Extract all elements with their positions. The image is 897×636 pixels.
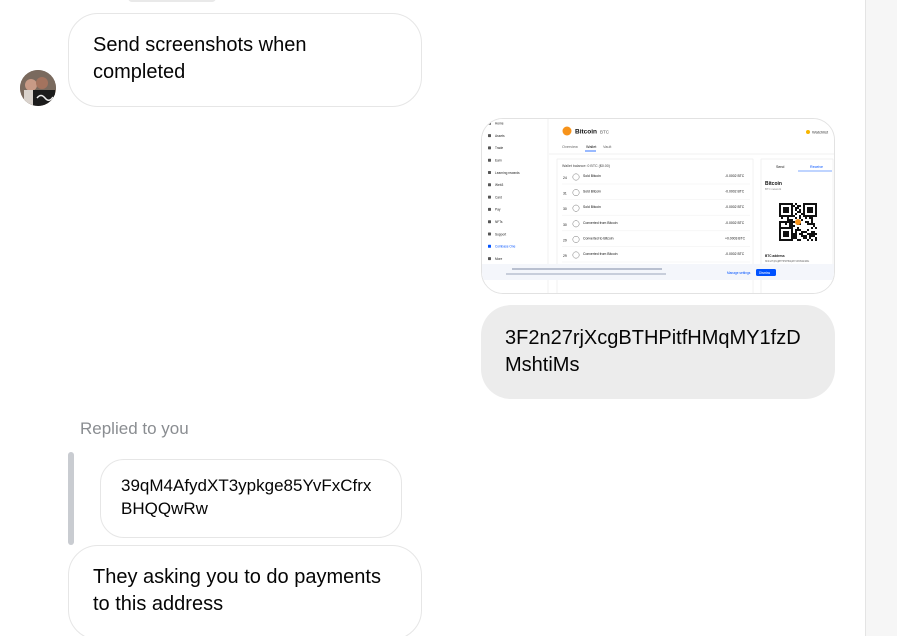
screenshot-tx-day: 31 [563, 192, 567, 196]
screenshot-tx-amount: -0.0002 BTC [725, 174, 745, 178]
reply-quote-bar [68, 452, 74, 545]
screenshot-btc-address-value: 3F2n27rjXcgBTHPitfHMqMY1fzDMshtiMs [765, 260, 810, 263]
screenshot-sidebar-label: Learning rewards [495, 171, 520, 175]
screenshot-ticker: BTC [600, 130, 610, 135]
screenshot-tx-amount: -0.0002 BTC [725, 205, 745, 209]
screenshot-cookie-dismiss: Dismiss [759, 271, 771, 275]
screenshot-tx-label: Sold Bitcoin [583, 174, 601, 178]
screenshot-sidebar-label: Assets [495, 134, 505, 138]
quoted-message-text: 39qM4AfydXT3ypkge85YvFxCfrxBHQQwRw [121, 476, 372, 518]
screenshot-tx-day: 29 [563, 238, 567, 242]
screenshot-sidebar-label: Earn [495, 159, 502, 163]
contact-avatar[interactable] [20, 70, 56, 106]
screenshot-tab-wallet: Wallet [586, 145, 597, 149]
qr-code [778, 202, 818, 242]
screenshot-watchlist: Watchlist [812, 130, 829, 135]
screenshot-btc-address-label: BTC address [765, 254, 785, 258]
message-text: They asking you to do payments to this a… [93, 566, 381, 615]
incoming-message-bubble[interactable]: Send screenshots when completed [68, 13, 422, 107]
screenshot-tx-label: Converted from Bitcoin [583, 252, 618, 256]
screenshot-tx-amount: -0.0002 BTC [725, 221, 745, 225]
shared-screenshot-image[interactable]: Home Assets Trade Earn Learning rewards Web3 C… [481, 118, 835, 294]
conversation-thread: Send screenshots when completed Home Asse… [0, 0, 865, 636]
screenshot-tab-overview: Overview [562, 145, 578, 149]
screenshot-tx-amount: -0.0002 BTC [725, 252, 745, 256]
screenshot-send-tab: Send [776, 165, 784, 169]
screenshot-sidebar-label: Support [495, 232, 506, 236]
screenshot-sidebar-label: Coinbase One [495, 245, 516, 249]
quoted-message[interactable]: 39qM4AfydXT3ypkge85YvFxCfrxBHQQwRw [100, 459, 402, 538]
screenshot-sidebar-label: Web3 [495, 183, 503, 187]
screenshot-tx-amount: -0.0002 BTC [725, 190, 745, 194]
wallet-screenshot: Home Assets Trade Earn Learning rewards Web3 C… [482, 119, 834, 293]
screenshot-tx-label: Converted from Bitcoin [583, 221, 618, 225]
screenshot-tx-label: Sold Bitcoin [583, 205, 601, 209]
outgoing-message-bubble[interactable]: 3F2n27rjXcgBTHPitfHMqMY1fzDMshtiMs [481, 305, 835, 399]
screenshot-sidebar-label: Home [495, 122, 504, 126]
screenshot-tx-day: 29 [563, 254, 567, 258]
screenshot-tx-day: 30 [563, 207, 567, 211]
screenshot-sidebar-label: Trade [495, 146, 503, 150]
screenshot-tab-vault: Vault [603, 145, 612, 149]
reply-indicator-label: Replied to you [80, 419, 189, 438]
screenshot-tx-amount: +0.0003 BTC [725, 236, 746, 240]
screenshot-tx-day: 30 [563, 223, 567, 227]
avatar-image [20, 70, 56, 106]
screenshot-balance: Wallet balance: 0 BTC ($0.00) [562, 164, 610, 168]
svg-text:BTC network: BTC network [765, 187, 782, 191]
screenshot-tx-label: Converted to Bitcoin [583, 236, 614, 240]
screenshot-sidebar-label: Pay [495, 208, 501, 212]
screenshot-tx-label: Sold Bitcoin [583, 190, 601, 194]
screenshot-sidebar-label: Card [495, 195, 502, 199]
screenshot-sidebar-label: More [495, 257, 502, 261]
message-text: Send screenshots when completed [93, 34, 307, 83]
message-text: 3F2n27rjXcgBTHPitfHMqMY1fzDMshtiMs [505, 327, 801, 376]
screenshot-tx-day: 24 [563, 176, 567, 180]
screenshot-cookie-manage: Manage settings [727, 271, 751, 275]
side-panel [865, 0, 897, 636]
screenshot-title: Bitcoin [575, 129, 597, 136]
screenshot-sidebar-label: NFTs [495, 220, 503, 224]
previous-message-stub [128, 0, 216, 2]
incoming-message-bubble[interactable]: They asking you to do payments to this a… [68, 545, 422, 636]
screenshot-receive-tab: Receive [810, 165, 823, 169]
